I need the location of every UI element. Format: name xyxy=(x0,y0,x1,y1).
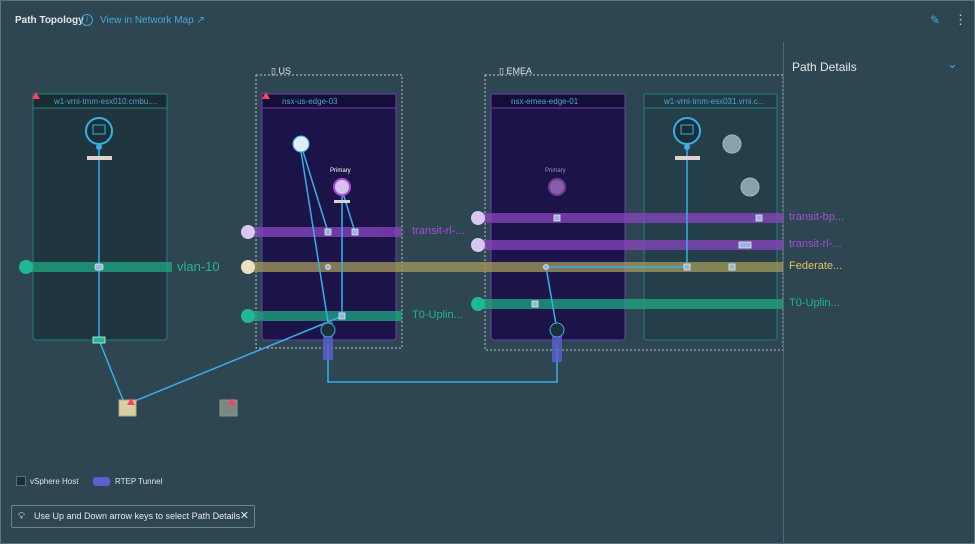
router-icon[interactable] xyxy=(722,134,742,154)
group-label-us: ▯ US xyxy=(271,66,291,77)
group-emea-text: EMEA xyxy=(506,66,532,76)
close-icon[interactable]: ✕ xyxy=(240,506,249,527)
edge-box-us[interactable] xyxy=(261,93,397,341)
hint-text: Use Up and Down arrow keys to select Pat… xyxy=(34,511,241,521)
node-label[interactable]: w1-vrni-tmm-esx010.cmbu.... xyxy=(54,97,157,106)
tunnel-endpoint xyxy=(549,322,565,338)
segment-label[interactable]: transit-rl-... xyxy=(412,225,465,237)
tunnel-endpoint xyxy=(320,322,336,338)
segment-transit-bp[interactable] xyxy=(478,213,783,223)
legend-swatch-rtep xyxy=(93,477,110,486)
keyboard-hint: 💡︎ Use Up and Down arrow keys to select … xyxy=(11,505,255,528)
datacenter-icon: ▯ xyxy=(499,66,504,76)
router-tag xyxy=(334,200,350,203)
node-label[interactable]: nsx-emea-edge-01 xyxy=(511,97,578,106)
legend-swatch-host xyxy=(16,476,26,486)
router-icon[interactable] xyxy=(740,177,760,197)
segment-label[interactable]: vlan-10 xyxy=(177,259,220,274)
node-label[interactable]: w1-vrni-tmm-esx031.vrni.c... xyxy=(664,97,764,106)
path-details-panel: Path Details ⌄ xyxy=(783,42,975,544)
panel-title: Path Details xyxy=(792,60,857,74)
chevron-down-icon[interactable]: ⌄ xyxy=(947,56,958,72)
segment-t0-uplink-us[interactable] xyxy=(248,311,402,321)
group-label-emea: ▯ EMEA xyxy=(499,66,532,77)
segment-label[interactable]: transit-rl-... xyxy=(789,238,842,250)
segment-t0-uplink-emea[interactable] xyxy=(478,299,783,309)
legend-label: vSphere Host xyxy=(30,477,79,486)
primary-label: Primary xyxy=(545,168,566,174)
lightbulb-icon: 💡︎ xyxy=(18,511,25,522)
router-primary-us[interactable] xyxy=(333,178,351,196)
legend-label: RTEP Tunnel xyxy=(115,477,163,486)
router-icon[interactable] xyxy=(292,135,310,153)
segment-label[interactable]: Federate... xyxy=(789,260,842,272)
segment-label[interactable]: T0-Uplin... xyxy=(789,297,840,309)
segment-transit-rl-emea[interactable] xyxy=(478,240,783,250)
group-us-text: US xyxy=(278,66,291,76)
router-primary-emea[interactable] xyxy=(548,178,566,196)
segment-label[interactable]: T0-Uplin... xyxy=(412,309,463,321)
datacenter-icon: ▯ xyxy=(271,66,276,76)
segment-label[interactable]: transit-bp... xyxy=(789,211,844,223)
node-label[interactable]: nsx-us-edge-03 xyxy=(282,97,338,106)
primary-label: Primary xyxy=(330,168,351,174)
